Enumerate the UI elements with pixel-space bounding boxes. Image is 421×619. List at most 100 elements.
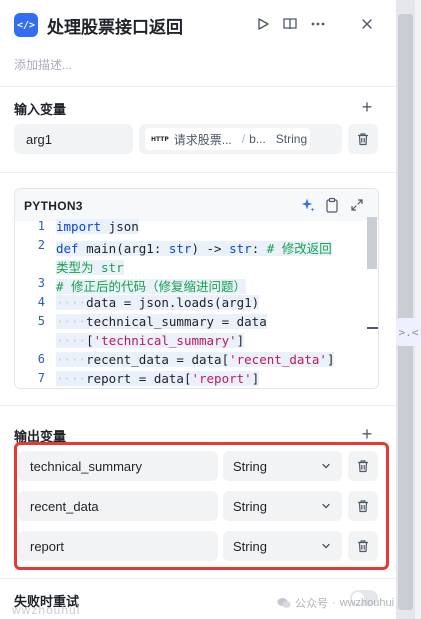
trash-icon [358,460,368,473]
trash-icon [358,540,368,553]
output-variable-type-value: String [233,538,267,554]
code-token: ···· [56,371,87,386]
code-token: def [56,241,79,256]
code-line: ····recent_data = data['recent_data'] [56,352,335,367]
code-line: # 修正后的代码（修复缩进问题） [56,276,247,295]
watermark-name: wwzhouhui [339,597,395,609]
code-token: [ [86,333,94,348]
reference-field: b... [249,132,266,146]
code-token: main(arg1: [78,241,169,256]
code-line: 类型为 str [56,257,124,276]
code-scroll-marker [367,327,378,329]
reference-type: String [275,132,308,146]
code-line-number: 1 [37,219,45,233]
play-icon[interactable] [253,14,273,34]
sparkle-icon[interactable] [300,197,316,213]
code-token: str [229,241,252,256]
code-token: ···· [56,352,87,367]
divider [0,86,396,87]
chevron-down-icon [322,543,330,549]
panel-title[interactable]: 处理股票接口返回 [47,13,183,38]
node-config-panel: </> 处理股票接口返回 添加描述... 输入变量 + arg1 HTTP 请求… [0,0,396,619]
watermark-text: wwzhouhui [12,603,81,617]
code-scrollbar[interactable] [367,217,377,269]
panel-scrollbar-thumb[interactable] [398,14,413,610]
code-token: # 修改返回 [266,241,332,256]
code-token: import [56,219,102,234]
more-horizontal-icon[interactable] [308,14,328,34]
close-icon[interactable] [357,14,377,34]
delete-output-variable-button[interactable] [348,491,378,521]
book-open-icon[interactable] [280,14,300,34]
code-line: ····['technical_summary'] [56,333,245,348]
code-token: 'report' [191,371,252,386]
add-input-variable-icon[interactable]: + [358,98,376,116]
delete-input-variable-button[interactable] [348,124,378,154]
output-variable-type-select[interactable]: String [223,451,342,481]
code-line: ····report = data['report'] [56,371,260,386]
code-token: ] [236,333,245,348]
code-language-label: PYTHON3 [24,199,83,213]
code-editor[interactable]: PYTHON3 1 import json 2 def main(arg1: str)… [14,188,379,389]
description-input[interactable]: 添加描述... [14,56,72,73]
add-output-variable-icon[interactable]: + [358,425,376,443]
trash-icon [358,133,368,146]
watermark-label: 公众号 [295,598,328,610]
http-icon: HTTP [151,135,169,143]
code-editor-header: PYTHON3 [15,189,378,221]
reference-source: 请求股票... [173,132,232,147]
code-token: ···· [56,314,87,329]
output-variable-type-select[interactable]: String [223,491,342,521]
collapse-handle[interactable]: >.< [396,318,421,346]
code-token: 类型为 str [56,260,124,275]
watermark-badge: 公众号 · wwzhouhui [277,595,394,611]
clipboard-icon[interactable] [324,197,340,213]
reference-separator: / [241,132,246,146]
code-token: technical_summary = data [86,314,267,329]
output-variable-type-select[interactable]: String [223,531,342,561]
code-line-number: 4 [37,295,45,309]
code-line: ····data = json.loads(arg1) [56,295,260,310]
code-line-number: 7 [37,371,45,385]
input-variable-reference[interactable]: HTTP 请求股票... / b... String [139,124,342,154]
output-variable-name-field[interactable]: recent_data [18,491,218,521]
delete-output-variable-button[interactable] [348,451,378,481]
code-content[interactable]: 1 import json 2 def main(arg1: str) -> str:… [15,219,378,388]
code-token: json [101,219,139,234]
output-variable-type-value: String [233,458,267,474]
output-variable-name-field[interactable]: report [18,531,218,561]
code-token: data = json.loads(arg1) [86,295,260,310]
input-variable-name-field[interactable]: arg1 [14,124,133,154]
code-token: ] [251,371,260,386]
divider [0,405,396,406]
code-line: import json [56,219,139,234]
code-icon: </> [14,13,38,37]
trash-icon [358,500,368,513]
code-token: report = data[ [86,371,192,386]
chevron-down-icon [322,463,330,469]
divider [0,172,396,173]
output-variable-type-value: String [233,498,267,514]
watermark-separator: · [332,597,336,609]
code-token: str [168,241,192,256]
code-token: recent_data = data[ [86,352,230,367]
wechat-icon [277,598,291,608]
panel-header: </> 处理股票接口返回 [0,0,396,50]
input-variables-title: 输入变量 [14,102,67,117]
chevron-down-icon [322,503,330,509]
code-line-number: 5 [37,314,45,328]
output-variable-name-field[interactable]: technical_summary [18,451,218,481]
code-line: def main(arg1: str) -> str: # 修改返回 [56,238,332,257]
code-token: ] [326,352,335,367]
code-line-number: 6 [37,352,45,366]
divider [0,578,396,579]
code-token: 'technical_summary' [93,333,237,348]
code-token: : [251,241,267,256]
code-line: ····technical_summary = data [56,314,267,329]
code-token: ···· [56,333,87,348]
code-token: 'recent_data' [229,352,327,367]
delete-output-variable-button[interactable] [348,531,378,561]
expand-icon[interactable] [349,197,365,213]
code-token: ) -> [191,241,230,256]
reference-chip[interactable]: HTTP 请求股票... / b... String [145,128,310,150]
